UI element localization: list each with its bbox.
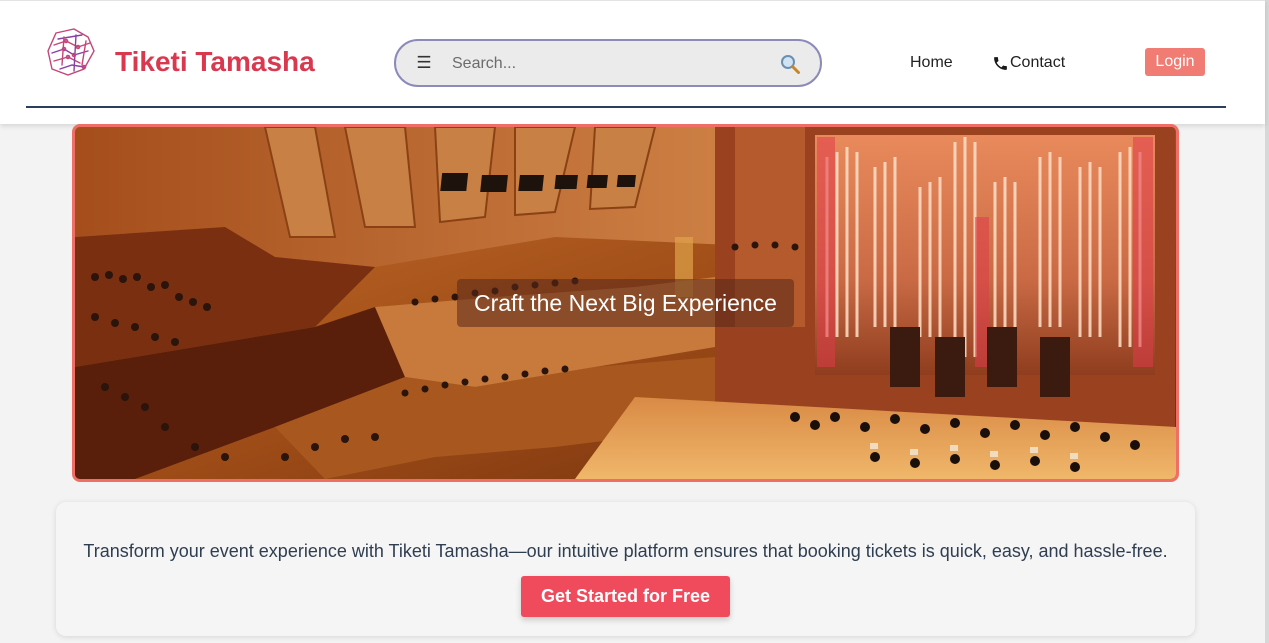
brand-name[interactable]: Tiketi Tamasha bbox=[115, 45, 315, 79]
site-header: Tiketi Tamasha ☰ Home Contact Login bbox=[0, 0, 1265, 124]
circuit-ticket-icon[interactable] bbox=[44, 25, 98, 79]
hero-caption: Craft the Next Big Experience bbox=[457, 279, 794, 327]
get-started-button[interactable]: Get Started for Free bbox=[521, 576, 730, 617]
nav-contact-link[interactable]: Contact bbox=[992, 53, 1065, 73]
search-input[interactable] bbox=[452, 51, 762, 77]
intro-card: Transform your event experience with Tik… bbox=[56, 502, 1195, 636]
search-icon[interactable] bbox=[779, 53, 801, 75]
hero-banner: Craft the Next Big Experience bbox=[72, 124, 1179, 482]
nav-contact-label: Contact bbox=[1010, 54, 1066, 71]
login-button[interactable]: Login bbox=[1145, 48, 1205, 76]
header-divider bbox=[26, 106, 1226, 108]
search-bar[interactable]: ☰ bbox=[394, 39, 822, 87]
phone-icon bbox=[994, 56, 1007, 70]
intro-text: Transform your event experience with Tik… bbox=[83, 541, 1168, 561]
menu-icon[interactable]: ☰ bbox=[414, 53, 434, 73]
page-scrollbar[interactable] bbox=[1265, 0, 1269, 643]
nav-home-link[interactable]: Home bbox=[910, 53, 953, 73]
